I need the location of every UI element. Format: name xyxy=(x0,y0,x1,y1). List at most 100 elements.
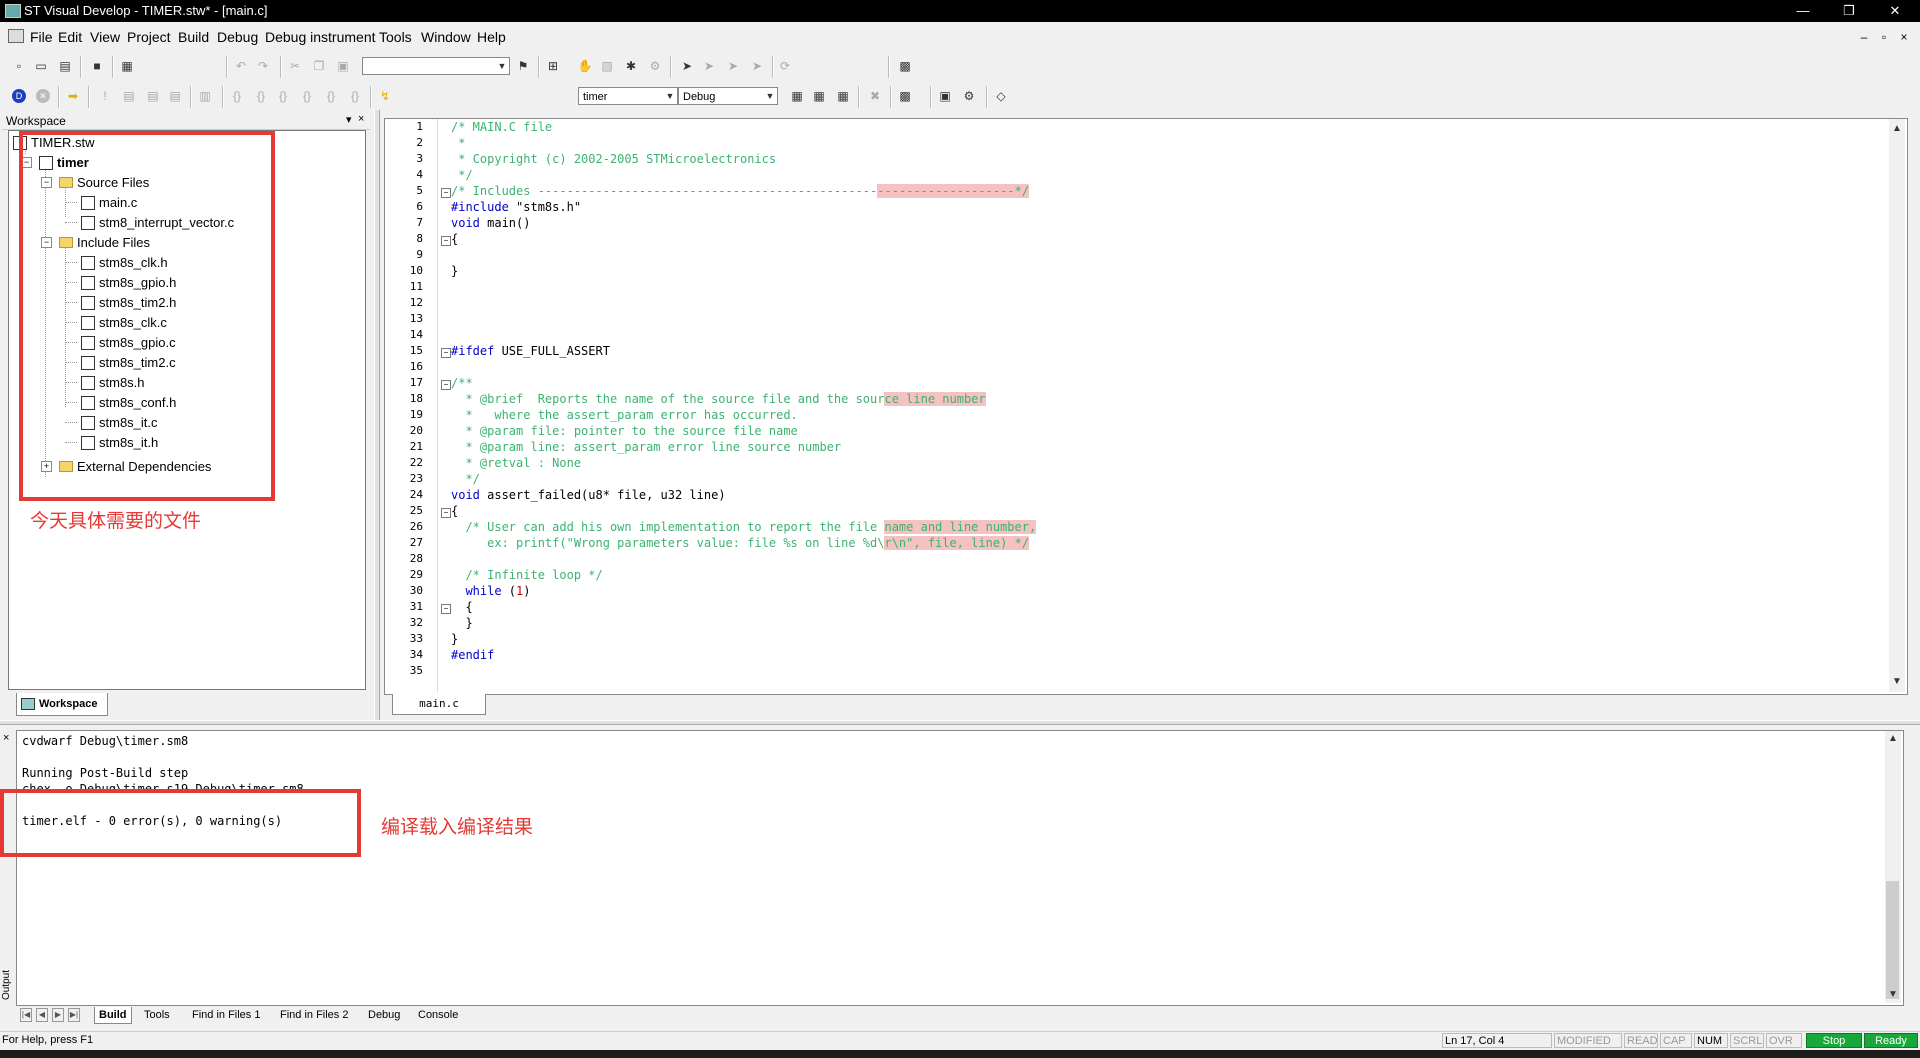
tab-workspace[interactable]: Workspace xyxy=(16,693,108,716)
mdi-close-button[interactable]: × xyxy=(1896,30,1912,44)
scroll-up-icon[interactable]: ▲ xyxy=(1889,121,1905,137)
redo-icon[interactable]: ↷ xyxy=(254,57,272,75)
fold-toggle-icon[interactable]: − xyxy=(441,348,451,358)
step-asm-over-icon[interactable]: {} xyxy=(346,87,364,105)
step-out-icon[interactable]: ➤ xyxy=(724,57,742,75)
fold-toggle-icon[interactable]: − xyxy=(441,188,451,198)
next-tab-icon[interactable]: ▶ xyxy=(52,1008,64,1022)
restore-button[interactable]: ❐ xyxy=(1826,0,1872,22)
first-tab-icon[interactable]: |◀ xyxy=(20,1008,32,1022)
close-button[interactable]: ✕ xyxy=(1872,0,1918,22)
stop-build-icon[interactable]: ✖ xyxy=(866,87,884,105)
step-icon[interactable]: ➤ xyxy=(678,57,696,75)
view-icon[interactable]: ▣ xyxy=(936,87,954,105)
exclamation-icon[interactable]: ! xyxy=(96,87,114,105)
compile-file-icon[interactable]: ▦ xyxy=(788,87,806,105)
menu-window[interactable]: Window xyxy=(421,29,471,45)
paste-icon[interactable]: ▣ xyxy=(334,57,352,75)
last-tab-icon[interactable]: ▶| xyxy=(68,1008,80,1022)
step-over-icon-2[interactable]: {} xyxy=(252,87,270,105)
binoculars-icon[interactable]: ⊞ xyxy=(544,57,562,75)
tab-find-in-files-1[interactable]: Find in Files 1 xyxy=(188,1007,264,1023)
output-close-button[interactable]: × xyxy=(3,732,9,744)
menu-tools[interactable]: Tools xyxy=(379,29,412,45)
cut-icon[interactable]: ✂ xyxy=(286,57,304,75)
scroll-up-icon[interactable]: ▲ xyxy=(1885,731,1901,747)
output-window[interactable]: cvdwarf Debug\timer.sm8 Running Post-Bui… xyxy=(16,730,1904,1006)
tab-build[interactable]: Build xyxy=(94,1007,132,1024)
print-icon[interactable]: ▦ xyxy=(118,57,136,75)
scroll-down-icon[interactable]: ▼ xyxy=(1885,987,1901,1003)
menu-build[interactable]: Build xyxy=(178,29,209,45)
line-number: 23 xyxy=(409,472,423,485)
menu-project[interactable]: Project xyxy=(127,29,171,45)
breakpoint-clear-icon[interactable]: ⚙ xyxy=(646,57,664,75)
bookmark-icon[interactable]: ▨ xyxy=(598,57,616,75)
debug-start-icon[interactable]: D xyxy=(10,87,28,105)
prev-tab-icon[interactable]: ◀ xyxy=(36,1008,48,1022)
vertical-splitter[interactable] xyxy=(374,110,380,720)
run-to-cursor-icon[interactable]: {} xyxy=(298,87,316,105)
peripheral-icon[interactable]: ⚙ xyxy=(960,87,978,105)
mdi-minimize-button[interactable]: – xyxy=(1856,30,1872,44)
build-project-icon[interactable]: ▦ xyxy=(810,87,828,105)
programmer-icon[interactable]: ▩ xyxy=(896,87,914,105)
compile-icon[interactable]: ▤ xyxy=(120,87,138,105)
run-to-icon[interactable]: ➤ xyxy=(748,57,766,75)
menu-file[interactable]: File xyxy=(30,29,53,45)
fold-toggle-icon[interactable]: − xyxy=(441,604,451,614)
rebuild-icon[interactable]: ▤ xyxy=(166,87,184,105)
workspace-close-button[interactable]: × xyxy=(358,113,364,125)
tab-main-c[interactable]: main.c xyxy=(392,694,486,715)
workspace-pin-button[interactable]: ▾ xyxy=(346,113,352,126)
code-editor[interactable]: 1 2 3 4 5 6 7 8 9 10 11 12 13 14 15 16 17 18 19 20 21 22 23 24 2… xyxy=(384,118,1908,695)
find-in-files-icon[interactable]: ⚑ xyxy=(514,57,532,75)
memory-icon[interactable]: ▥ xyxy=(196,87,214,105)
tab-tools[interactable]: Tools xyxy=(140,1007,174,1023)
menu-edit[interactable]: Edit xyxy=(58,29,82,45)
refresh-icon[interactable]: ⟳ xyxy=(776,57,794,75)
open-folder-icon[interactable]: ▭ xyxy=(32,57,50,75)
minimize-button[interactable]: — xyxy=(1780,0,1826,22)
tab-find-in-files-2[interactable]: Find in Files 2 xyxy=(276,1007,352,1023)
goto-pc-icon[interactable]: ↯ xyxy=(376,87,394,105)
close-file-icon[interactable]: ▤ xyxy=(56,57,74,75)
menu-debug-instrument[interactable]: Debug instrument xyxy=(265,29,376,45)
scroll-down-icon[interactable]: ▼ xyxy=(1889,674,1905,690)
chip-icon-2[interactable]: ◇ xyxy=(992,87,1010,105)
new-file-icon[interactable]: ▫ xyxy=(10,57,28,75)
step-over-icon[interactable]: ➤ xyxy=(700,57,718,75)
step-into-icon[interactable]: {} xyxy=(228,87,246,105)
project-combo[interactable]: timer ▼ xyxy=(578,87,678,105)
step-asm-icon[interactable]: {} xyxy=(322,87,340,105)
menu-help[interactable]: Help xyxy=(477,29,506,45)
save-icon[interactable]: ■ xyxy=(88,57,106,75)
fold-toggle-icon[interactable]: − xyxy=(441,236,451,246)
document-icon[interactable] xyxy=(8,29,24,43)
hand-icon[interactable]: ✋ xyxy=(576,57,594,75)
scroll-thumb[interactable] xyxy=(1886,881,1899,999)
arrow-right-icon[interactable]: ➡ xyxy=(64,87,82,105)
step-out-icon-2[interactable]: {} xyxy=(274,87,292,105)
mdi-restore-button[interactable]: ▫ xyxy=(1876,30,1892,44)
copy-icon[interactable]: ❐ xyxy=(310,57,328,75)
horizontal-splitter[interactable] xyxy=(0,720,1920,725)
tab-console[interactable]: Console xyxy=(414,1007,462,1023)
editor-vertical-scrollbar[interactable]: ▲ ▼ xyxy=(1889,119,1905,692)
find-combo[interactable]: ▼ xyxy=(362,57,510,75)
stop-debug-icon[interactable]: ✕ xyxy=(34,87,52,105)
breakpoint-icon[interactable]: ✱ xyxy=(622,57,640,75)
output-vertical-scrollbar[interactable]: ▲ ▼ xyxy=(1885,731,1901,1003)
menu-debug[interactable]: Debug xyxy=(217,29,258,45)
tab-debug[interactable]: Debug xyxy=(364,1007,404,1023)
fold-toggle-icon[interactable]: − xyxy=(441,380,451,390)
code-line: { xyxy=(451,600,473,614)
chip-icon[interactable]: ▩ xyxy=(896,57,914,75)
menu-view[interactable]: View xyxy=(90,29,120,45)
undo-icon[interactable]: ↶ xyxy=(232,57,250,75)
configuration-combo[interactable]: Debug ▼ xyxy=(678,87,778,105)
build-icon[interactable]: ▤ xyxy=(144,87,162,105)
workspace-icon xyxy=(21,698,35,710)
rebuild-all-icon[interactable]: ▦ xyxy=(834,87,852,105)
fold-toggle-icon[interactable]: − xyxy=(441,508,451,518)
